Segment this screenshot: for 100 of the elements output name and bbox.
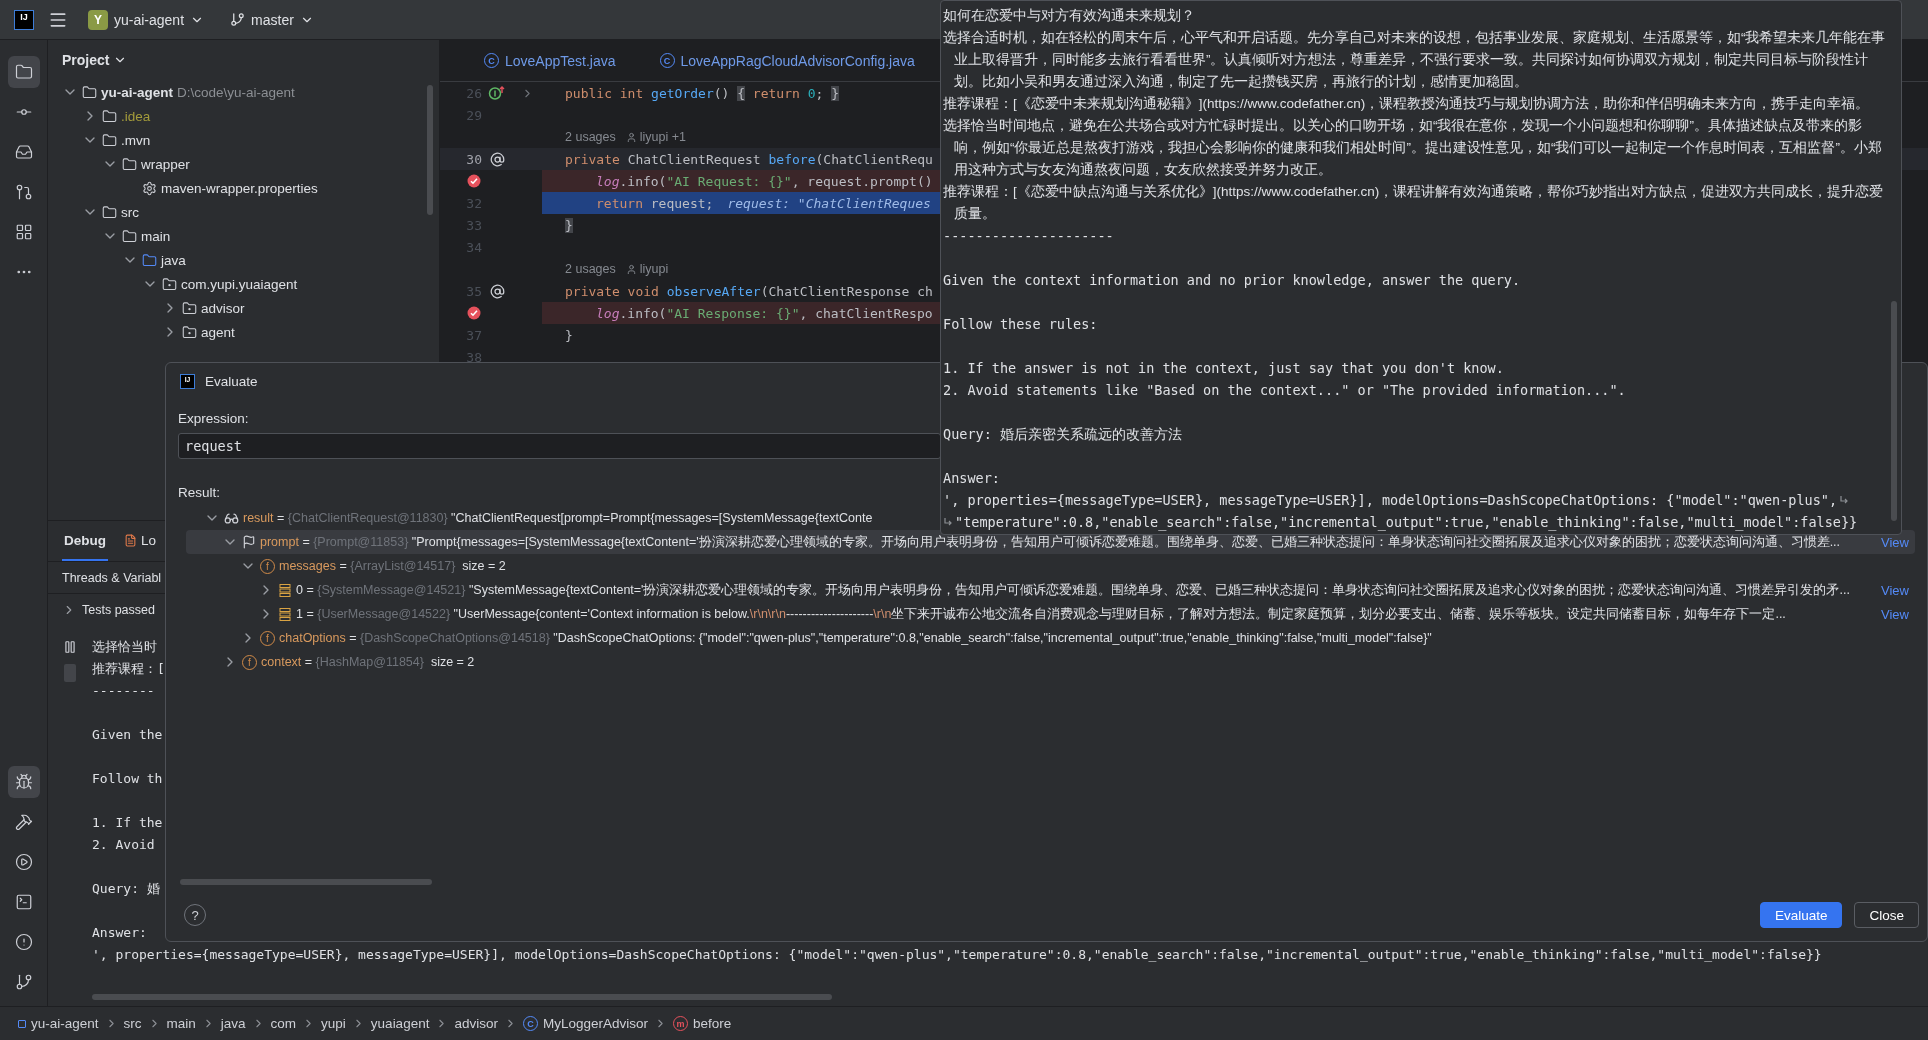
usages-hint[interactable]: 2 usages — [565, 130, 616, 144]
person-icon — [625, 131, 637, 143]
console-line: ', properties={messageType=USER}, messageType=USER}], modelOptions=DashScopeChatOptions: {"model":"qwen-plus","temperature":0.8,"enable_search":false,"incremental_output":true,"enable_thinking":false,"multi_model":false}} — [92, 946, 1822, 964]
tooltip-line: ', properties={messageType=USER}, messageType=USER}], modelOptions=DashScopeChatOptions: {"model":"qwen-plus", — [943, 491, 1838, 510]
folder-icon — [142, 252, 157, 268]
tooltip-line: 选择合适时机，如在轻松的周末午后，心平气和开启话题。先分享自己对未来的设想，包括事业发展、家庭规划、生活愿景等，如“我希望未来几年能在事业上取得晋升，同时能多去旅行看看世界”。认真倾听对方想法，尊重差异，不强行要求一致。共同探讨如何协调双方规划，制定共同目标与阶段性计划。比如小吴和男友通过深入沟通，制定了先一起攒钱买房，再旅行的计划，感情更加稳固。 — [943, 29, 1887, 91]
module-icon — [18, 1019, 26, 1028]
package-icon — [182, 300, 197, 316]
breadcrumb[interactable]: com — [270, 1016, 297, 1031]
breadcrumb[interactable]: yu-ai-agent — [18, 1016, 99, 1031]
panel-tab[interactable]: Lo — [122, 521, 159, 561]
variable-row[interactable]: f messages = {ArrayList@14517} size = 2 — [186, 554, 1915, 578]
code-line: } — [564, 326, 574, 345]
person-icon — [625, 263, 637, 275]
folder-icon — [122, 228, 137, 244]
stack-icon — [278, 606, 292, 622]
breadcrumb[interactable]: C MyLoggerAdvisor — [522, 1016, 648, 1031]
tooltip-line: "temperature":0.8,"enable_search":false,"incremental_output":true,"enable_thinking":false,"multi_model":false}} — [955, 513, 1858, 533]
package-icon — [182, 324, 197, 340]
tooltip-line: 推荐课程：[《恋爱中未来规划沟通秘籍》](https://www.codefather.cn)，课程教授沟通技巧与规划协调方法，助你和伴侣明确未来方向，携手走向幸福。 — [943, 95, 1871, 113]
tree-item-label[interactable]: .idea — [121, 108, 151, 124]
project-badge: Y — [88, 9, 108, 30]
console-line: Follow th — [92, 770, 163, 788]
field-label: Expression: — [178, 409, 249, 428]
at-icon[interactable] — [489, 151, 505, 167]
variable-row[interactable]: 0 = {SystemMessage@14521} "SystemMessage{textContent='扮演深耕恋爱心理领域的专家。开场向用户表明身份，告知用户可倾诉恋爱难题。围绕单身、恋爱、已婚三种状态提问：单身状态询问社交圈拓展及追求心仪对象的困扰；恋爱状态询问沟通、习惯差异引发的矛... View — [186, 578, 1915, 602]
variable-row[interactable]: f chatOptions = {DashScopeChatOptions@14518} "DashScopeChatOptions: {"model":"qwen-plus","temperature":0.8,"enable_search":false,"incremental_output":true,"enable_thinking":false,"multi_model":false}" — [186, 626, 1915, 650]
variable-entry: result = {ChatClientRequest@11830} "ChatClientRequest[prompt=Prompt{messages=[SystemMessage{textConte — [243, 511, 873, 525]
dialog-title: Evaluate — [205, 373, 258, 389]
tree-item-label[interactable]: main — [141, 228, 171, 244]
folder-icon — [102, 132, 117, 148]
tooltip-line: 选择恰当时间地点，避免在公共场合或对方忙碌时提出。以关心的口吻开场，如“我很在意你，发现一个小问题想和你聊聊”。具体描述缺点及带来的影响，例如“你最近总是熬夜打游戏，我担心会影响你的健康和我们相处时间”。提出建设性意见，如“我们可以一起制定一个作息时间表，互相监督”。小郑用这种方式与女友沟通熬夜问题，女友欣然接受并努力改正。 — [943, 117, 1883, 179]
at-icon[interactable] — [489, 283, 505, 299]
tree-item-label[interactable]: com.yupi.yuaiagent — [181, 276, 298, 292]
author-hint: liyupi +1 — [639, 130, 686, 144]
stack-icon — [278, 582, 292, 598]
tree-item-label[interactable]: wrapper — [141, 156, 190, 172]
folder-icon — [82, 84, 97, 100]
bug-icon[interactable] — [7, 766, 40, 798]
tooltip-line: 如何在恋爱中与对方有效沟通未来规划？ — [943, 7, 1196, 25]
scrollbar[interactable] — [1891, 301, 1897, 521]
tree-item-label[interactable]: maven-wrapper.properties — [161, 180, 318, 196]
result-label: Result: — [178, 483, 221, 502]
tree-item-label[interactable]: .mvn — [121, 132, 151, 148]
scrollbar[interactable] — [180, 879, 432, 885]
console-line: Query: 婚 — [92, 880, 160, 898]
console-line: 选择恰当时 — [92, 638, 157, 656]
editor-tab[interactable]: C LoveAppRagCloudAdvisorConfig.java — [655, 48, 919, 73]
project-switcher[interactable]: Y yu-ai-agent — [82, 5, 211, 34]
code-line: private void observeAfter(ChatClientResponse ch — [564, 282, 934, 301]
tooltip-line: Answer: — [943, 469, 1001, 488]
project-panel-title[interactable]: Project — [62, 52, 128, 68]
project-path: D:\code\yu-ai-agent — [177, 84, 295, 100]
implements-icon[interactable] — [488, 85, 506, 101]
view-link[interactable]: View — [1881, 582, 1909, 598]
branch-icon — [230, 12, 246, 27]
breadcrumb[interactable]: src — [123, 1016, 142, 1031]
tree-item-label[interactable]: yu-ai-agent — [101, 84, 173, 100]
scrollbar[interactable] — [92, 994, 832, 1000]
panel-tab[interactable]: Debug — [62, 521, 108, 561]
threads-header: Threads & Variabl — [62, 570, 162, 585]
console-line: Answer: — [92, 924, 147, 942]
variable-row[interactable]: 1 = {UserMessage@14522} "UserMessage{content='Context information is below.\r\n\r\n---------------------\r\n坐下来开诚布公地交流各自消费观念与理财目标，了解对方想法。制定家庭预算，划分必要支出、储蓄、娱乐等板块。设定共同储蓄目标，如每年存下一定... View — [186, 602, 1915, 626]
variable-row[interactable]: result = {ChatClientRequest@11830} "ChatClientRequest[prompt=Prompt{messages=[SystemMessage{textConte — [186, 506, 938, 530]
tree-item-label[interactable]: java — [161, 252, 186, 268]
breadcrumb[interactable]: java — [220, 1016, 246, 1031]
tree-item-label[interactable]: advisor — [201, 300, 245, 316]
evaluate-button[interactable]: Evaluate — [1759, 902, 1843, 928]
tooltip-line: --------------------- — [943, 227, 1115, 246]
variable-entry: 0 = {SystemMessage@14521} "SystemMessage{textContent='扮演深耕恋爱心理领域的专家。开场向用户表明身份，告知用户可倾诉恋爱难题。围绕单身、恋爱、已婚三种状态提问：单身状态询问社交圈拓展及追求心仪对象的困扰；恋爱状态询问沟通、习惯差异引发的矛... — [296, 581, 1850, 599]
author-hint: liyupi — [639, 262, 669, 276]
breadcrumb[interactable]: advisor — [454, 1016, 498, 1031]
folder-icon — [102, 108, 117, 124]
expression-field[interactable]: request — [178, 433, 941, 459]
console-line: -------- — [92, 682, 155, 700]
tooltip-line: 推荐课程：[《恋爱中缺点沟通与关系优化》](https://www.codefather.cn)，课程讲解有效沟通策略，帮你巧妙指出对方缺点，促进双方共同成长，提升恋爱质量。 — [943, 183, 1885, 223]
test-status[interactable]: Tests passed — [82, 602, 155, 617]
tree-item-label[interactable]: agent — [201, 324, 235, 340]
document-icon — [124, 533, 137, 547]
breadcrumb[interactable]: main — [166, 1016, 196, 1031]
folder-icon — [102, 204, 117, 220]
console-line: 推荐课程：[ — [92, 660, 165, 678]
breadcrumb[interactable]: m before — [673, 1016, 732, 1031]
tooltip-line: 2. Avoid statements like "Based on the context..." or "The provided information...". — [943, 381, 1627, 400]
tree-item-label[interactable]: src — [121, 204, 139, 220]
variable-entry: 1 = {UserMessage@14522} "UserMessage{content='Context information is below.\r\n\r\n---------------------\r\n坐下来开诚布公地交流各自消费观念与理财目标，了解对方想法。制定家庭预算，划分必要支出、储蓄、娱乐等板块。设定共同储蓄目标，如每年存下一定... — [296, 605, 1786, 623]
breadcrumb[interactable]: yupi — [321, 1016, 346, 1031]
editor-tab[interactable]: C LoveAppTest.java — [480, 48, 620, 73]
scrollbar[interactable] — [427, 85, 433, 215]
tooltip-line: 1. If the answer is not in the context, just say that you don't know. — [943, 359, 1505, 378]
folder-icon[interactable] — [7, 56, 40, 88]
branch-switcher[interactable]: master — [224, 7, 320, 32]
variable-row[interactable]: f context = {HashMap@11854} size = 2 — [186, 650, 1915, 674]
variable-entry: prompt = {Prompt@11853} "Prompt{messages=[SystemMessage{textContent='扮演深耕恋爱心理领域的专家。开场向用户表明身份，告知用户可倾诉恋爱难题。围绕单身、恋爱、已婚三种状态提问：单身状态询问社交圈拓展及追求心仪对象的困扰；恋爱状态询问沟通、习惯差... — [260, 533, 1841, 551]
pause-icon[interactable] — [63, 640, 77, 654]
view-link[interactable]: View — [1881, 606, 1909, 622]
breadcrumb[interactable]: yuaiagent — [370, 1016, 430, 1031]
close-button[interactable]: Close — [1854, 902, 1919, 928]
usages-hint[interactable]: 2 usages — [565, 262, 616, 276]
folder-icon — [122, 156, 137, 172]
